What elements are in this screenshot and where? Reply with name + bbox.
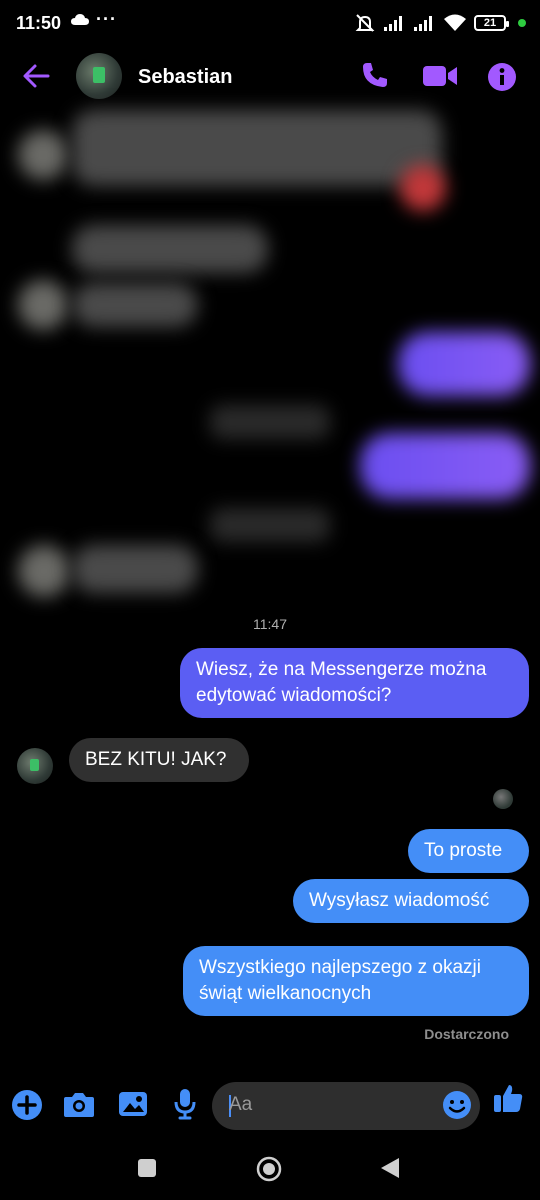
blurred-message [72, 110, 442, 186]
battery-icon: 21 [474, 15, 509, 31]
blurred-message [72, 225, 268, 273]
privacy-indicator [518, 19, 526, 27]
message-bubble-sent[interactable]: Wiesz, że na Messengerze można edytować … [180, 648, 529, 718]
message-bubble-sent[interactable]: Wysyłasz wiadomość [293, 879, 529, 923]
info-icon[interactable] [487, 62, 517, 92]
plus-icon[interactable] [11, 1089, 43, 1121]
contact-avatar[interactable] [76, 53, 122, 99]
home-icon[interactable] [256, 1156, 282, 1182]
wifi-icon [444, 14, 466, 31]
message-bubble-received[interactable]: BEZ KITU! JAK? [69, 738, 249, 782]
system-nav-bar [0, 1144, 540, 1200]
gallery-icon[interactable] [118, 1090, 148, 1118]
contact-avatar-small[interactable] [17, 748, 53, 784]
signal-icon [384, 16, 402, 31]
blurred-message [72, 283, 198, 327]
blurred-avatar [18, 130, 68, 180]
blurred-message [72, 545, 198, 593]
mute-icon [355, 14, 375, 32]
cloud-icon [71, 14, 89, 25]
blurred-reaction [400, 165, 446, 211]
video-icon[interactable] [422, 63, 458, 89]
blurred-message [360, 433, 530, 499]
blurred-timestamp [210, 508, 330, 542]
blurred-message [398, 332, 530, 396]
status-bar: 11:50 ··· 21 [0, 0, 540, 48]
blurred-avatar [18, 545, 70, 597]
message-bubble-sent[interactable]: Wszystkiego najlepszego z okazji świąt w… [183, 946, 529, 1016]
contact-name[interactable]: Sebastian [138, 66, 232, 89]
delivery-status: Dostarczono [424, 1026, 509, 1042]
recents-icon[interactable] [137, 1158, 157, 1178]
status-time: 11:50 [16, 13, 62, 33]
back-icon[interactable] [380, 1157, 400, 1179]
signal-icon [414, 16, 432, 31]
blurred-timestamp [210, 405, 330, 439]
more-dots-icon: ··· [96, 9, 117, 29]
microphone-icon[interactable] [174, 1088, 196, 1120]
seen-indicator-avatar [493, 789, 513, 809]
message-timestamp: 11:47 [253, 616, 287, 632]
thumbs-up-icon[interactable] [492, 1082, 524, 1114]
chat-header: Sebastian [0, 48, 540, 106]
emoji-icon[interactable] [442, 1090, 472, 1120]
camera-icon[interactable] [63, 1090, 95, 1118]
message-composer [0, 1078, 540, 1134]
message-bubble-sent[interactable]: To proste [408, 829, 529, 873]
message-input[interactable] [229, 1094, 429, 1116]
blurred-avatar [18, 280, 68, 330]
phone-icon[interactable] [360, 60, 390, 90]
back-arrow-icon[interactable] [22, 62, 50, 90]
